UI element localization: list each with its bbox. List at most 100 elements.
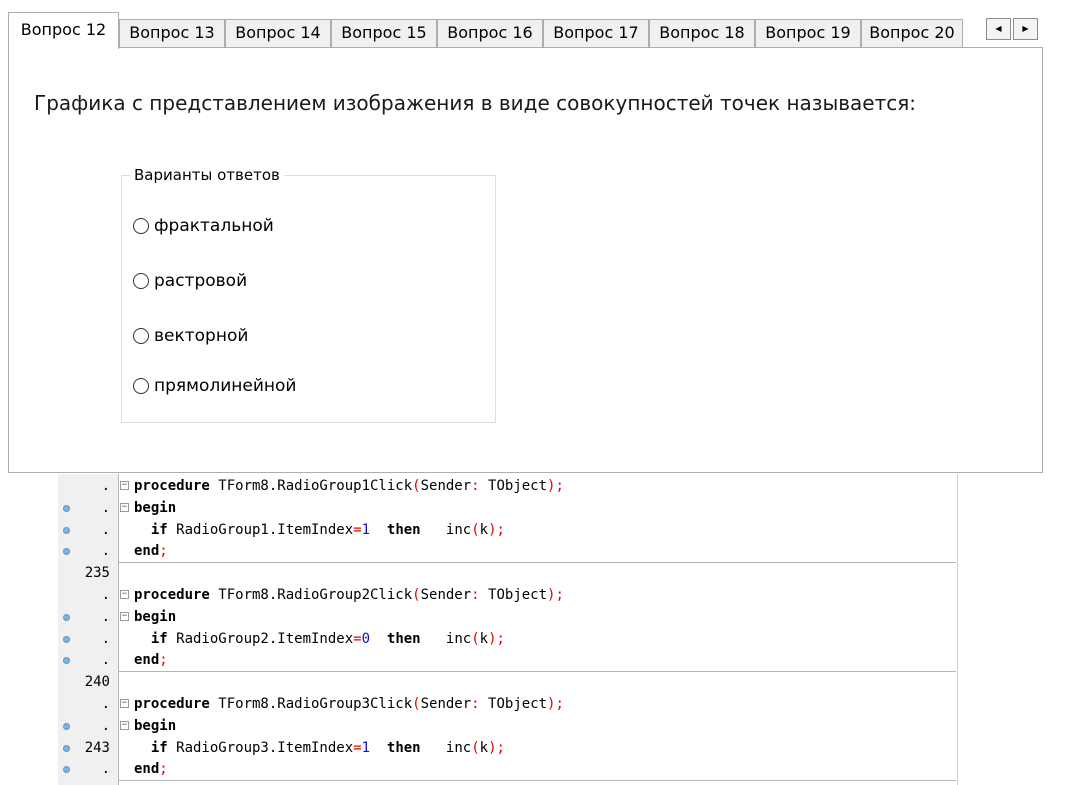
code-token: then [386, 630, 421, 647]
tab-question-15[interactable]: Вопрос 15 [331, 19, 437, 47]
code-line: . end; [0, 649, 1075, 671]
fold-toggle-icon[interactable]: − [120, 502, 129, 512]
code-token: : [471, 478, 480, 494]
answer-option-label: векторной [154, 326, 249, 346]
line-number: . [101, 696, 110, 712]
radio-button-icon[interactable] [133, 273, 149, 289]
code-token: ); [547, 478, 564, 494]
answer-option-2[interactable]: растровой [133, 271, 247, 291]
code-token: TObject [479, 587, 548, 603]
fold-toggle-icon[interactable]: − [120, 720, 129, 730]
tab-question-17[interactable]: Вопрос 17 [543, 19, 649, 47]
code-text: begin [134, 497, 176, 519]
code-text: if RadioGroup1.ItemIndex=1 then inc(k); [134, 519, 505, 541]
code-text: procedure TForm8.RadioGroup2Click(Sender… [134, 584, 564, 606]
answer-option-4[interactable]: прямолинейной [133, 376, 296, 396]
fold-toggle-icon[interactable]: − [120, 481, 129, 490]
line-number: . [101, 608, 110, 625]
line-number: . [101, 761, 110, 778]
code-token: Sender [420, 587, 472, 603]
tab-question-19[interactable]: Вопрос 19 [755, 19, 861, 47]
code-token: ; [159, 761, 168, 778]
code-line: 243 if RadioGroup3.ItemIndex=1 then inc(… [0, 737, 1075, 759]
code-token: ( [412, 478, 421, 494]
line-number: . [101, 587, 110, 603]
radio-button-icon[interactable] [133, 218, 149, 234]
code-token: 1 [361, 521, 371, 538]
code-line: . − begin [0, 497, 1075, 519]
code-line: 235 [0, 562, 1075, 584]
code-token: RadioGroup3.ItemIndex [167, 739, 354, 756]
code-text: begin [134, 606, 176, 628]
fold-toggle-icon[interactable]: − [120, 611, 129, 621]
code-token: ( [471, 630, 480, 647]
code-token: RadioGroup1.ItemIndex [167, 521, 354, 538]
answer-option-label: растровой [154, 271, 248, 291]
code-token: TObject [479, 696, 548, 712]
code-text: begin [134, 715, 176, 737]
radio-button-icon[interactable] [133, 378, 149, 394]
code-token: end [134, 543, 160, 560]
line-number: 235 [84, 565, 110, 582]
code-token: then [386, 739, 421, 756]
tab-question-13[interactable]: Вопрос 13 [119, 19, 225, 47]
code-token: ( [471, 739, 480, 756]
code-token: ); [488, 521, 505, 538]
line-number: . [101, 499, 110, 516]
answer-option-3[interactable]: векторной [133, 326, 248, 346]
line-number: 243 [84, 739, 110, 756]
code-token: TForm8.RadioGroup2Click [209, 587, 413, 603]
line-number: . [101, 717, 110, 734]
code-token: k [479, 630, 489, 647]
code-line: . − procedure TForm8.RadioGroup3Click(Send… [0, 693, 1075, 715]
code-token: begin [134, 499, 177, 516]
code-token: TForm8.RadioGroup3Click [209, 696, 413, 712]
code-line: . if RadioGroup1.ItemIndex=1 then inc(k)… [0, 519, 1075, 541]
fold-toggle-icon[interactable]: − [120, 699, 129, 708]
code-line: . end; [0, 540, 1075, 562]
code-text: end; [134, 649, 168, 671]
code-token: end [134, 652, 160, 669]
code-token: : [471, 587, 480, 603]
code-text: end; [134, 540, 168, 562]
tab-scroll-right-icon[interactable]: ▶ [1013, 18, 1038, 40]
code-text: procedure TForm8.RadioGroup3Click(Sender… [134, 693, 564, 715]
answer-option-1[interactable]: фрактальной [133, 216, 274, 236]
code-token: inc [420, 630, 472, 647]
line-number: . [101, 543, 110, 560]
code-token: end [134, 761, 160, 778]
code-token: k [479, 739, 489, 756]
line-number: 240 [84, 674, 110, 691]
line-number: . [101, 630, 110, 647]
radio-button-icon[interactable] [133, 328, 149, 344]
code-token: if [150, 630, 168, 647]
answer-option-label: прямолинейной [154, 376, 297, 396]
tab-question-20[interactable]: Вопрос 20 [861, 19, 963, 47]
tab-scroll-left-icon[interactable]: ◀ [986, 18, 1011, 40]
tab-question-12[interactable]: Вопрос 12 [8, 12, 119, 49]
code-token: ); [488, 739, 505, 756]
code-line: . − begin [0, 606, 1075, 628]
code-text: end; [134, 758, 168, 780]
tab-question-16[interactable]: Вопрос 16 [437, 19, 543, 47]
code-line: . end; [0, 758, 1075, 780]
code-text: if RadioGroup3.ItemIndex=1 then inc(k); [134, 737, 505, 759]
tab-question-18[interactable]: Вопрос 18 [649, 19, 755, 47]
code-token: k [479, 521, 489, 538]
code-token: = [353, 521, 362, 538]
code-token: if [150, 739, 168, 756]
code-token: if [150, 521, 168, 538]
tab-scroll-buttons: ◀ ▶ [986, 18, 1038, 40]
fold-toggle-icon[interactable]: − [120, 590, 129, 599]
code-token: = [353, 739, 362, 756]
code-token: then [386, 521, 421, 538]
code-editor: . − procedure TForm8.RadioGroup1Click(Send… [0, 474, 1075, 785]
tab-question-14[interactable]: Вопрос 14 [225, 19, 331, 47]
code-token: procedure [134, 587, 210, 603]
code-token: ); [547, 696, 564, 712]
answers-caption: Варианты ответов [130, 166, 284, 184]
